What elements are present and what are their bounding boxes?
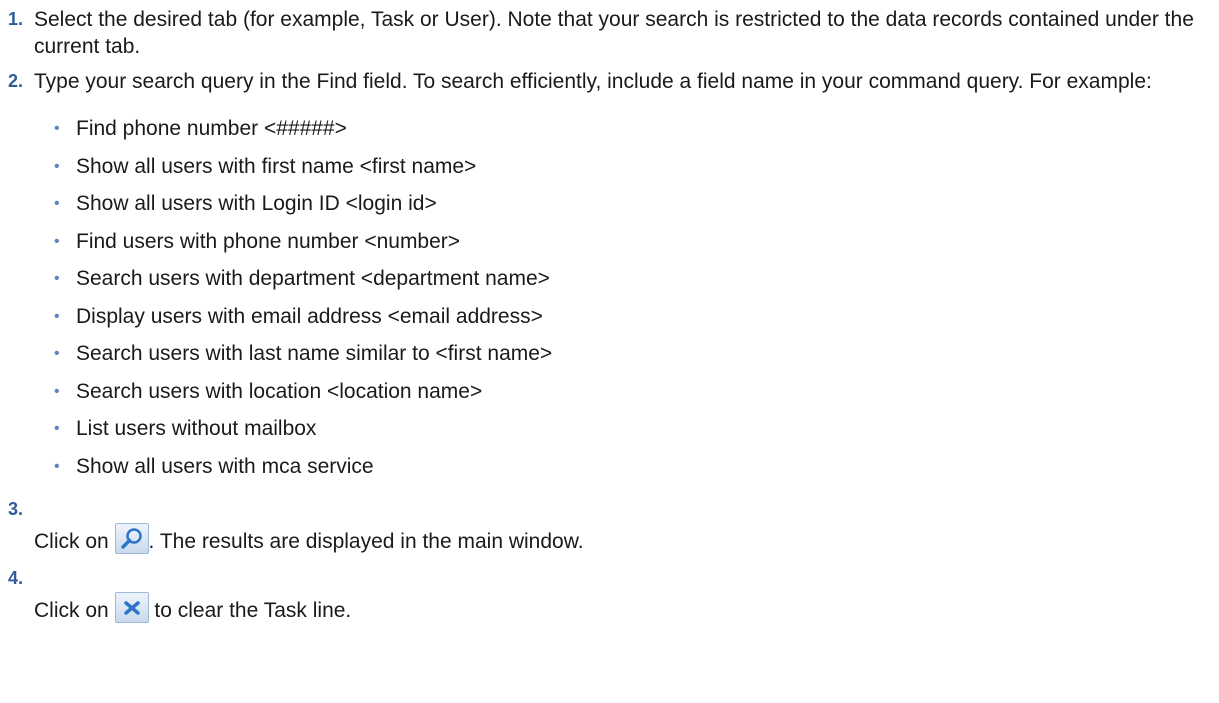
steps-list: 1. Select the desired tab (for example, … [8, 6, 1209, 628]
list-item: • Find users with phone number <number> [34, 228, 1209, 266]
bullet-icon: • [54, 307, 60, 325]
example-query: Show all users with Login ID <login id> [76, 192, 437, 215]
step-number: 1. [8, 9, 24, 29]
list-item: • Show all users with Login ID <login id> [34, 190, 1209, 228]
example-query: Find users with phone number <number> [76, 229, 461, 253]
step-number: 4. [8, 568, 24, 588]
list-item: • Search users with location <location na… [34, 378, 1209, 416]
step-text: Type your search query in the Find field… [34, 70, 1152, 93]
step-4: 4. Click on to clear the Task line. [8, 565, 1209, 628]
help-page: 1. Select the desired tab (for example, … [0, 0, 1219, 703]
list-item: • Search users with last name similar to … [34, 340, 1209, 378]
example-query: List users without mailbox [76, 417, 317, 440]
clear-button[interactable] [114, 592, 149, 623]
bullet-icon: • [54, 457, 60, 475]
bullet-icon: • [54, 420, 60, 437]
list-item: • Display users with email address <email… [34, 303, 1209, 341]
example-queries-list: • Find phone number <#####> • Show all use… [34, 115, 1209, 490]
step-text-after: to clear the Task line. [148, 599, 352, 622]
example-query: Search users with department <department… [76, 267, 550, 290]
example-query: Show all users with mca service [76, 454, 374, 478]
example-query: Search users with last name similar to <… [76, 342, 553, 365]
step-1: 1. Select the desired tab (for example, … [8, 6, 1209, 60]
list-item: • Search users with department <departmen… [34, 265, 1209, 303]
search-icon [120, 528, 142, 549]
bullet-icon: • [54, 270, 60, 287]
example-query: Show all users with first name <first na… [76, 154, 477, 178]
step-2: 2. Type your search query in the Find fi… [8, 68, 1209, 490]
bullet-icon: • [54, 195, 60, 212]
step-text-line: Click on to clear the Task line. [34, 565, 1209, 628]
bullet-icon: • [54, 120, 60, 137]
bullet-icon: • [54, 157, 60, 175]
step-text-line: Click on . The results are displayed in … [34, 496, 1209, 559]
step-text-before: Click on [34, 599, 109, 622]
example-query: Search users with location <location nam… [76, 379, 483, 403]
search-button[interactable] [114, 523, 149, 554]
list-item: • Show all users with mca service [34, 453, 1209, 491]
list-item: • Show all users with first name <first n… [34, 153, 1209, 191]
step-text-after: . The results are displayed in the main … [148, 530, 584, 553]
bullet-icon: • [54, 232, 60, 250]
step-number: 2. [8, 71, 24, 91]
bullet-icon: • [54, 382, 60, 400]
example-query: Find phone number <#####> [76, 117, 347, 140]
list-item: • List users without mailbox [34, 415, 1209, 453]
bullet-icon: • [54, 345, 60, 362]
close-icon [123, 601, 140, 615]
step-3: 3. Click on . The results are displayed … [8, 496, 1209, 559]
step-text-before: Click on [34, 530, 109, 553]
example-query: Display users with email address <email … [76, 304, 543, 328]
step-text: Select the desired tab (for example, Tas… [34, 8, 1194, 58]
step-number: 3. [8, 499, 24, 519]
list-item: • Find phone number <#####> [34, 115, 1209, 153]
